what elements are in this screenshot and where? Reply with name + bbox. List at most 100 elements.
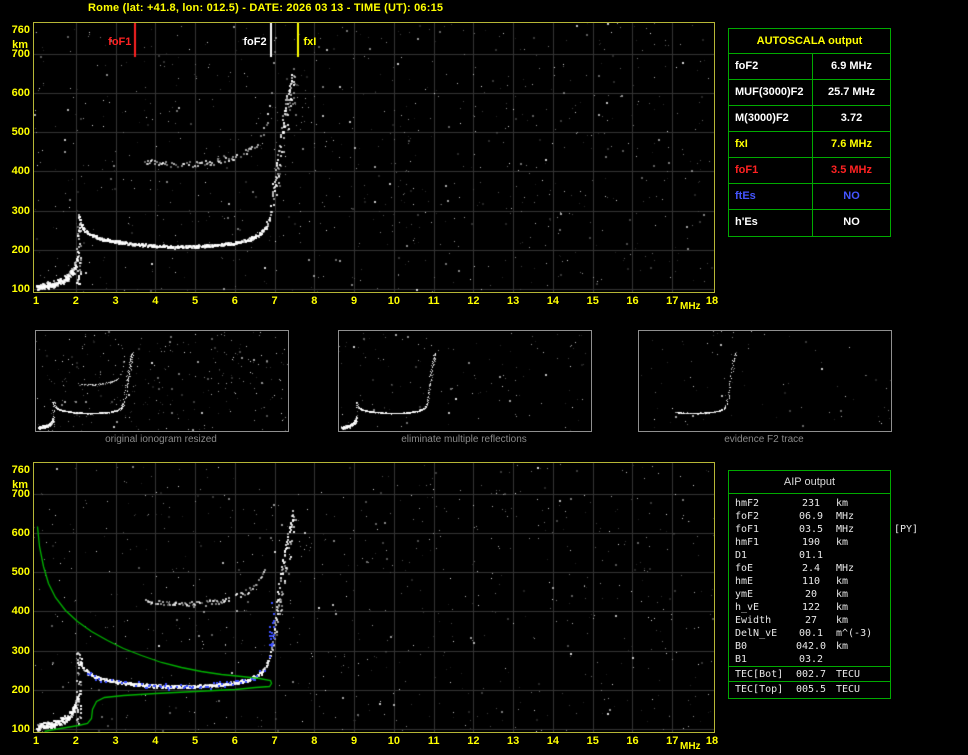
x-tick-label: 12 — [467, 735, 480, 747]
aip-row-foe: foE 2.4 MHz — [729, 562, 890, 575]
y-tick-label: 200 — [11, 243, 30, 256]
aip-row-label: DelN_vE — [735, 628, 778, 639]
autoscala-row-label: M(3000)F2 — [729, 106, 813, 131]
aip-row-fof1: foF1 03.5 MHz — [729, 523, 890, 536]
aip-row-label: foE — [735, 563, 754, 574]
y-tick-label: 760 — [11, 24, 30, 36]
y-tick-label: 600 — [11, 86, 30, 99]
thumbnail-f2-trace — [638, 330, 892, 432]
aip-row-yme: ymE 20 km — [729, 588, 890, 601]
aip-row-unit: km — [836, 641, 849, 652]
aip-row-ewidth: Ewidth 27 km — [729, 614, 890, 627]
aip-row-b1: B1 03.2 — [729, 653, 890, 666]
x-tick-label: 4 — [152, 295, 159, 307]
aip-row-value: 06.9 — [798, 511, 824, 522]
autoscala-row-value: 25.7 MHz — [827, 86, 876, 98]
autoscala-table-title: AUTOSCALA output — [729, 29, 890, 54]
aip-row-value: 231 — [801, 498, 821, 509]
autoscala-row-h'es: h'Es NO — [729, 210, 890, 236]
aip-row-label: foF1 — [735, 524, 760, 535]
aip-row-value: 2.4 — [801, 563, 821, 574]
y-tick-label: 100 — [11, 283, 30, 295]
y-axis-unit-label: km — [12, 479, 28, 491]
x-tick-label: 5 — [191, 295, 199, 307]
aip-row-unit: MHz — [836, 563, 855, 574]
x-tick-label: 15 — [586, 735, 599, 747]
autoscala-row-label: foF1 — [729, 158, 813, 183]
aip-row-label: TEC[Top] — [735, 684, 784, 695]
aip-row-unit: TECU — [836, 684, 861, 695]
aip-row-value: 190 — [801, 537, 821, 548]
aip-table-title: AIP output — [729, 471, 890, 494]
x-tick-label: 1 — [32, 295, 40, 307]
y-tick-label: 400 — [11, 165, 30, 178]
x-tick-label: 16 — [626, 735, 639, 747]
autoscala-row-value: 3.5 MHz — [831, 164, 872, 176]
thumbnail-caption-2: eliminate multiple reflections — [401, 434, 527, 445]
aip-row-unit: km — [836, 537, 849, 548]
aip-row-unit: MHz — [836, 511, 855, 522]
marker-label-fxi: fxI — [303, 36, 317, 48]
aip-row-value: 110 — [801, 576, 821, 587]
aip-row-unit: km — [836, 615, 849, 626]
x-tick-label: 10 — [387, 295, 400, 307]
x-tick-label: 7 — [271, 295, 278, 307]
x-tick-label: 1 — [32, 735, 40, 747]
x-tick-label: 11 — [427, 735, 440, 747]
autoscala-row-muf(3000)f2: MUF(3000)F2 25.7 MHz — [729, 80, 890, 106]
aip-row-label: D1 — [735, 550, 748, 561]
autoscala-row-m(3000)f2: M(3000)F2 3.72 — [729, 106, 890, 132]
y-tick-label: 760 — [11, 464, 30, 476]
aip-row-hmf1: hmF1 190 km — [729, 536, 890, 549]
aip-row-value: 20 — [804, 589, 818, 600]
aip-row-value: 122 — [801, 602, 821, 613]
x-tick-label: 3 — [112, 735, 119, 747]
autoscala-row-label: foF2 — [729, 54, 813, 79]
aip-row-hmf2: hmF2 231 km — [729, 497, 890, 510]
x-tick-label: 13 — [507, 295, 520, 307]
y-tick-label: 200 — [11, 683, 30, 696]
aip-row-label: foF2 — [735, 511, 760, 522]
x-tick-label: 10 — [387, 735, 400, 747]
aip-row-b0: B0 042.0 km — [729, 640, 890, 653]
aip-row-label: hmF1 — [735, 537, 760, 548]
x-tick-label: 6 — [231, 295, 238, 307]
thumbnail-caption-1: original ionogram resized — [105, 434, 217, 445]
x-tick-label: 9 — [351, 735, 358, 747]
aip-row-unit: m^(-3) — [836, 628, 873, 639]
autoscala-row-value: NO — [843, 190, 860, 202]
aip-row-label: B0 — [735, 641, 748, 652]
aip-table-body: hmF2 231 km foF2 06.9 MHz foF1 03.5 MHz hmF1 190 km… — [729, 494, 890, 698]
autoscala-row-value: 3.72 — [840, 112, 863, 124]
aip-row-value: 03.5 — [798, 524, 824, 535]
ionogram-plot-main — [33, 22, 715, 293]
x-tick-label: 5 — [191, 735, 199, 747]
autoscala-row-label: MUF(3000)F2 — [729, 80, 813, 105]
autoscala-row-fof1: foF1 3.5 MHz — [729, 158, 890, 184]
x-tick-label: 14 — [546, 295, 560, 307]
y-tick-label: 300 — [11, 644, 30, 657]
aip-row-label: TEC[Bot] — [735, 669, 784, 680]
autoscala-row-ftes: ftEs NO — [729, 184, 890, 210]
x-tick-label: 3 — [112, 295, 119, 307]
x-tick-label: 2 — [72, 735, 79, 747]
aip-row-unit: km — [836, 498, 849, 509]
thumbnail-canvas-1 — [36, 331, 288, 431]
aip-row-value: 27 — [804, 615, 818, 626]
aip-row-unit — [831, 549, 836, 562]
autoscala-row-label: fxI — [729, 132, 813, 157]
aip-row-value: 01.1 — [798, 550, 824, 561]
x-tick-label: 18 — [705, 295, 719, 307]
aip-row-tec[bot]: TEC[Bot] 002.7 TECU — [729, 666, 890, 681]
thumbnail-no-multiples — [338, 330, 592, 432]
aip-row-value: 042.0 — [795, 641, 827, 652]
autoscala-row-fof2: foF2 6.9 MHz — [729, 54, 890, 80]
x-axis-unit-label: MHz — [680, 301, 701, 312]
thumbnail-canvas-2 — [339, 331, 591, 431]
aip-note-py: [PY] — [894, 524, 919, 535]
ionogram-canvas-main — [33, 22, 715, 293]
autoscala-row-label: ftEs — [729, 184, 813, 209]
x-tick-label: 7 — [271, 735, 278, 747]
aip-row-value: 002.7 — [795, 669, 827, 680]
ionogram-plot-profile — [33, 462, 715, 733]
